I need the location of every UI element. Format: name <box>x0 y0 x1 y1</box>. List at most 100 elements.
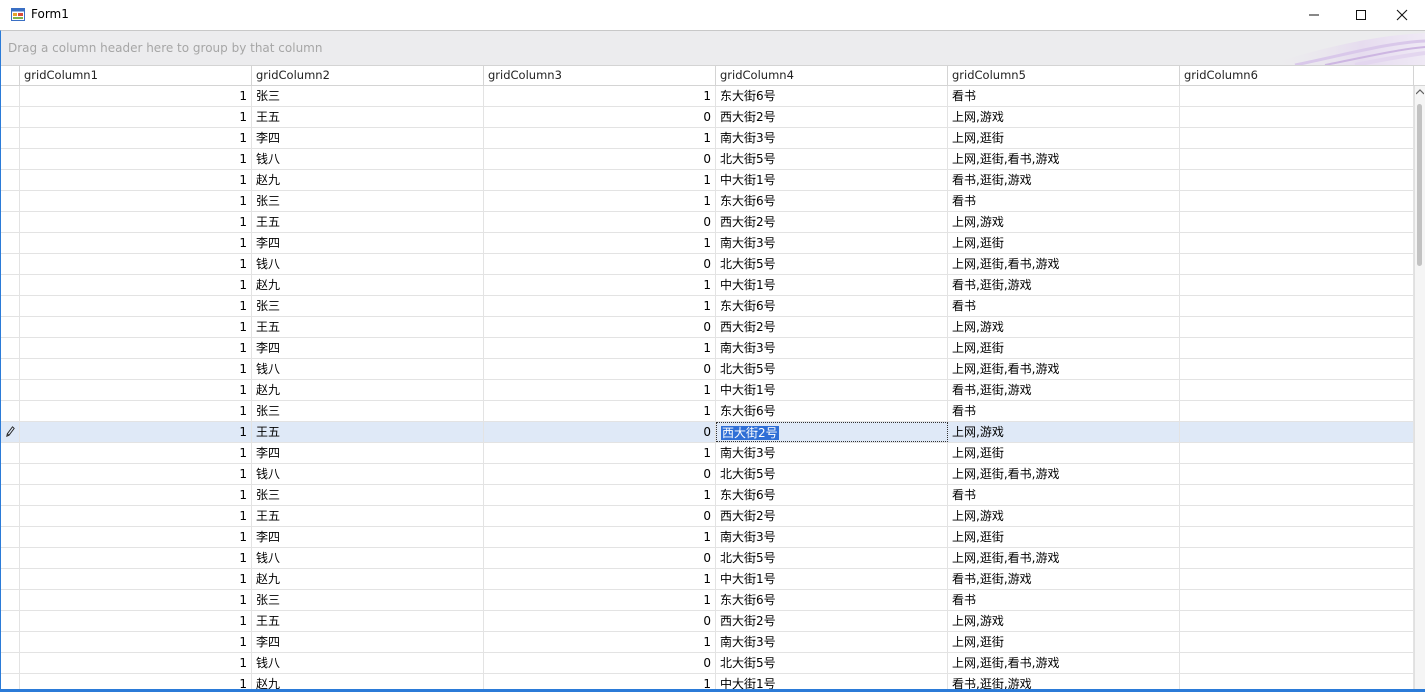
grid-cell-col1[interactable]: 1 <box>20 380 252 400</box>
table-row[interactable]: 1 王五 0 西大街2号 上网,游戏 <box>1 317 1414 338</box>
grid-cell-col6[interactable] <box>1180 464 1414 484</box>
grid-cell-col2[interactable]: 王五 <box>252 212 484 232</box>
close-button[interactable] <box>1379 0 1425 30</box>
table-row[interactable]: 1 王五 0 西大街2号 上网,游戏 <box>1 611 1414 632</box>
grid-cell-col3[interactable]: 0 <box>484 422 716 442</box>
grid-cell-col4[interactable]: 南大街3号 <box>716 632 948 652</box>
table-row[interactable]: 1 王五 0 西大街2号 上网,游戏 <box>1 107 1414 128</box>
title-bar[interactable]: Form1 <box>0 0 1425 30</box>
selected-cell-text[interactable]: 西大街2号 <box>721 426 779 440</box>
grid-cell-col3[interactable]: 0 <box>484 149 716 169</box>
grid-cell-col5[interactable]: 上网,逛街,看书,游戏 <box>948 464 1180 484</box>
grid-cell-col3[interactable]: 1 <box>484 485 716 505</box>
grid-cell-col4[interactable]: 东大街6号 <box>716 86 948 106</box>
grid-cell-col5[interactable]: 看书 <box>948 485 1180 505</box>
row-indicator[interactable] <box>1 338 20 358</box>
grid-cell-col2[interactable]: 李四 <box>252 527 484 547</box>
grid-cell-col4[interactable]: 中大街1号 <box>716 569 948 589</box>
grid-cell-col4[interactable]: 中大街1号 <box>716 170 948 190</box>
grid-cell-col2[interactable]: 钱八 <box>252 359 484 379</box>
grid-cell-col5[interactable]: 上网,游戏 <box>948 212 1180 232</box>
grid-cell-col3[interactable]: 0 <box>484 317 716 337</box>
scroll-up-arrow-icon[interactable] <box>1416 89 1424 95</box>
table-row[interactable]: 1 赵九 1 中大街1号 看书,逛街,游戏 <box>1 380 1414 401</box>
grid-cell-col3[interactable]: 1 <box>484 233 716 253</box>
grid-cell-col6[interactable] <box>1180 170 1414 190</box>
table-row[interactable]: 1 张三 1 东大街6号 看书 <box>1 191 1414 212</box>
grid-cell-col2[interactable]: 赵九 <box>252 170 484 190</box>
grid-cell-col1[interactable]: 1 <box>20 527 252 547</box>
grid-cell-col6[interactable] <box>1180 191 1414 211</box>
grid-cell-col4[interactable]: 中大街1号 <box>716 380 948 400</box>
grid-cell-col4[interactable]: 东大街6号 <box>716 296 948 316</box>
grid-cell-col1[interactable]: 1 <box>20 275 252 295</box>
grid-cell-col1[interactable]: 1 <box>20 485 252 505</box>
grid-cell-col6[interactable] <box>1180 632 1414 652</box>
grid-cell-col2[interactable]: 王五 <box>252 317 484 337</box>
row-indicator[interactable] <box>1 212 20 232</box>
grid-cell-col6[interactable] <box>1180 86 1414 106</box>
grid-cell-col1[interactable]: 1 <box>20 611 252 631</box>
grid-cell-col4[interactable]: 西大街2号 <box>716 317 948 337</box>
row-indicator[interactable] <box>1 611 20 631</box>
grid-cell-col2[interactable]: 李四 <box>252 338 484 358</box>
row-indicator[interactable] <box>1 149 20 169</box>
row-indicator[interactable] <box>1 401 20 421</box>
table-row[interactable]: 1 赵九 1 中大街1号 看书,逛街,游戏 <box>1 569 1414 590</box>
minimize-button[interactable] <box>1291 0 1337 30</box>
grid-cell-col4[interactable]: 西大街2号 <box>716 506 948 526</box>
grid-cell-col6[interactable] <box>1180 233 1414 253</box>
row-indicator[interactable] <box>1 296 20 316</box>
grid-cell-col6[interactable] <box>1180 296 1414 316</box>
grid-cell-col2[interactable]: 张三 <box>252 296 484 316</box>
grid-cell-col1[interactable]: 1 <box>20 569 252 589</box>
grid-cell-col5[interactable]: 看书,逛街,游戏 <box>948 380 1180 400</box>
grid-cell-col1[interactable]: 1 <box>20 296 252 316</box>
grid-cell-col3[interactable]: 1 <box>484 86 716 106</box>
grid-cell-col5[interactable]: 上网,逛街 <box>948 443 1180 463</box>
grid-cell-col5[interactable]: 上网,游戏 <box>948 317 1180 337</box>
grid-cell-col3[interactable]: 1 <box>484 275 716 295</box>
grid-cell-col3[interactable]: 0 <box>484 506 716 526</box>
grid-cell-col1[interactable]: 1 <box>20 86 252 106</box>
grid-cell-col6[interactable] <box>1180 254 1414 274</box>
grid-cell-col4[interactable]: 南大街3号 <box>716 338 948 358</box>
grid-cell-col5[interactable]: 上网,逛街 <box>948 632 1180 652</box>
grid-cell-col5[interactable]: 看书 <box>948 86 1180 106</box>
scrollbar-thumb[interactable] <box>1417 104 1422 266</box>
grid-cell-col1[interactable]: 1 <box>20 443 252 463</box>
grid-cell-col6[interactable] <box>1180 380 1414 400</box>
grid-cell-col4[interactable]: 西大街2号 <box>716 611 948 631</box>
grid-cell-col2[interactable]: 张三 <box>252 191 484 211</box>
table-row[interactable]: 1 钱八 0 北大街5号 上网,逛街,看书,游戏 <box>1 653 1414 674</box>
grid-cell-col3[interactable]: 1 <box>484 380 716 400</box>
row-indicator[interactable] <box>1 527 20 547</box>
grid-cell-col6[interactable] <box>1180 212 1414 232</box>
grid-cell-col2[interactable]: 王五 <box>252 611 484 631</box>
grid-cell-col4[interactable]: 北大街5号 <box>716 653 948 673</box>
row-indicator[interactable] <box>1 128 20 148</box>
grid-cell-col1[interactable]: 1 <box>20 590 252 610</box>
grid-cell-col4[interactable]: 北大街5号 <box>716 464 948 484</box>
grid-cell-col4[interactable]: 南大街3号 <box>716 233 948 253</box>
grid-cell-col6[interactable] <box>1180 128 1414 148</box>
grid-cell-editor[interactable]: 西大街2号 <box>716 422 948 442</box>
row-indicator[interactable] <box>1 233 20 253</box>
column-header-5[interactable]: gridColumn5 <box>948 66 1180 85</box>
table-row[interactable]: 1 王五 0 西大街2号 上网,游戏 <box>1 212 1414 233</box>
grid-cell-col6[interactable] <box>1180 359 1414 379</box>
row-indicator[interactable] <box>1 380 20 400</box>
grid-cell-col3[interactable]: 0 <box>484 212 716 232</box>
grid-cell-col5[interactable]: 看书 <box>948 401 1180 421</box>
table-row[interactable]: 1 钱八 0 北大街5号 上网,逛街,看书,游戏 <box>1 254 1414 275</box>
grid-cell-col5[interactable]: 上网,逛街,看书,游戏 <box>948 359 1180 379</box>
grid-cell-col3[interactable]: 1 <box>484 170 716 190</box>
grid-cell-col4[interactable]: 西大街2号 <box>716 212 948 232</box>
grid-cell-col6[interactable] <box>1180 653 1414 673</box>
grid-cell-col2[interactable]: 钱八 <box>252 653 484 673</box>
grid-cell-col2[interactable]: 李四 <box>252 128 484 148</box>
table-row[interactable]: 1 张三 1 东大街6号 看书 <box>1 485 1414 506</box>
grid-cell-col1[interactable]: 1 <box>20 464 252 484</box>
grid-cell-col1[interactable]: 1 <box>20 653 252 673</box>
grid-cell-col6[interactable] <box>1180 401 1414 421</box>
